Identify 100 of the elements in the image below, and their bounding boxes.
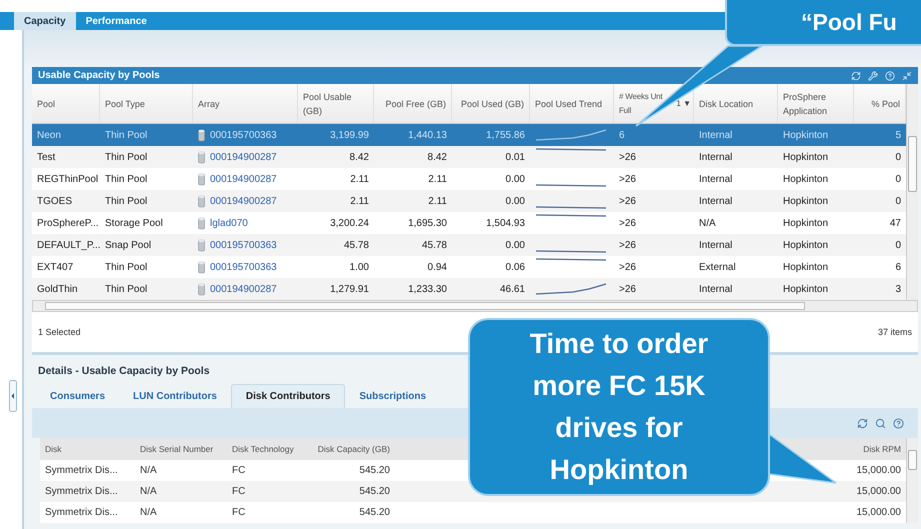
table-cell-text: DEFAULT_P...	[36, 240, 100, 250]
table-cell-text: >26	[618, 152, 637, 162]
array-link[interactable]: 000195700363	[210, 130, 277, 140]
table-cell-text: Internal	[698, 152, 734, 162]
table-cell-text: 2.11	[427, 174, 448, 184]
array-link[interactable]: 000194900287	[210, 284, 277, 294]
column-header[interactable]: Pool Used (GB)	[452, 84, 530, 123]
collapse-handle-icon[interactable]	[9, 380, 17, 412]
array-link[interactable]: 000194900287	[210, 174, 277, 184]
table-row[interactable]: GoldThin Thin Pool 000194900287 1,279.91 1,233.30 46.61 >26 Internal Hopkinton 3	[32, 278, 906, 300]
table-cell-text: REGThinPool	[36, 174, 100, 184]
table-cell-text: Hopkinton	[782, 152, 830, 162]
table-cell-text: 0	[894, 196, 902, 206]
column-header[interactable]: Array	[193, 84, 298, 123]
tab[interactable]: LUN Contributors	[119, 384, 231, 408]
table-cell-text: Test	[36, 152, 56, 162]
table-cell-text: Storage Pool	[104, 218, 164, 228]
table-cell-text: FC	[231, 486, 246, 497]
table-cell-text: FC	[231, 465, 246, 476]
table-cell-text: TGOES	[36, 196, 74, 206]
column-header[interactable]: Pool Type	[100, 84, 193, 123]
table-cell-text: 3	[894, 284, 902, 294]
column-header[interactable]: Pool Usable (GB)	[298, 84, 374, 123]
array-link[interactable]: lglad070	[210, 218, 248, 228]
column-header[interactable]: # Weeks Unt Full	[619, 90, 663, 118]
table-cell-text: Hopkinton	[782, 240, 830, 250]
table-cell-text: 0	[894, 152, 902, 162]
table-cell-text: N/A	[139, 486, 158, 497]
sort-indicator[interactable]: 1 ▼	[676, 96, 691, 110]
table-cell-text: 46.61	[498, 284, 526, 294]
horizontal-scrollbar[interactable]	[32, 300, 918, 312]
table-cell-text: 1,440.13	[407, 130, 448, 140]
table-cell-text: 15,000.00	[856, 465, 902, 476]
tab[interactable]: Consumers	[36, 384, 120, 408]
column-header[interactable]: Disk Serial Number	[135, 444, 227, 454]
table-cell-text: 545.20	[358, 486, 391, 497]
table-row[interactable]: DEFAULT_P... Snap Pool 000195700363 45.78 45.78 0.00 >26 Internal Hopkinton 0	[32, 234, 906, 256]
table-cell-text: Symmetrix Dis...	[44, 507, 119, 518]
table-cell-text: Thin Pool	[104, 262, 148, 272]
table-cell-text: 15,000.00	[856, 486, 902, 497]
wrench-icon[interactable]	[868, 70, 878, 80]
table-cell-text: Thin Pool	[104, 284, 148, 294]
column-header[interactable]: ProSphere Application	[778, 84, 854, 123]
column-header[interactable]: Disk	[40, 444, 135, 454]
tab[interactable]: Subscriptions	[345, 384, 440, 408]
table-row[interactable]: Neon Thin Pool 000195700363 3,199.99 1,440.13 1,755.86 6 Internal Hopkinton 5	[32, 124, 906, 146]
table-cell-text: 0.00	[504, 240, 526, 250]
table-cell-text: 0.00	[504, 196, 526, 206]
table-cell-text: 0	[894, 240, 902, 250]
table-cell-text: 1.00	[348, 262, 370, 272]
table-cell-text: >26	[618, 196, 637, 206]
column-header[interactable]: Pool	[32, 84, 100, 123]
array-link[interactable]: 000194900287	[210, 196, 277, 206]
array-link[interactable]: 000195700363	[210, 262, 277, 272]
storage-array-icon	[198, 194, 205, 208]
table-cell-text: Internal	[698, 196, 734, 206]
help-icon[interactable]	[893, 418, 904, 428]
refresh-icon[interactable]	[857, 418, 868, 428]
storage-array-icon	[198, 238, 205, 252]
column-header[interactable]: Disk Technology	[227, 444, 305, 454]
storage-array-icon	[198, 260, 205, 274]
array-link[interactable]: 000194900287	[210, 152, 277, 162]
table-cell-text: N/A	[139, 465, 158, 476]
table-cell-text: Hopkinton	[782, 196, 830, 206]
table-cell-text: Hopkinton	[782, 218, 830, 228]
table-cell-text: FC	[231, 507, 246, 518]
tab[interactable]: Capacity	[14, 12, 76, 30]
table-cell-text: 5	[894, 130, 902, 140]
table-cell-text: 47	[888, 218, 902, 228]
tab[interactable]: Performance	[76, 12, 157, 30]
storage-array-icon	[198, 172, 205, 186]
column-header[interactable]: Pool Free (GB)	[374, 84, 452, 123]
column-header[interactable]: Disk RPM	[836, 444, 906, 454]
vertical-scrollbar[interactable]	[906, 84, 918, 300]
table-cell-text: 545.20	[358, 507, 391, 518]
table-cell-text: EXT407	[36, 262, 74, 272]
table-cell-text: 0	[894, 174, 902, 184]
table-cell-text: Symmetrix Dis...	[44, 465, 119, 476]
table-cell-text: Thin Pool	[104, 196, 148, 206]
refresh-icon[interactable]	[851, 70, 861, 80]
search-icon[interactable]	[875, 418, 886, 428]
table-cell-text: External	[698, 262, 737, 272]
storage-array-icon	[198, 150, 205, 164]
table-cell-text: Internal	[698, 130, 734, 140]
table-cell-text: Hopkinton	[782, 284, 830, 294]
table-cell-text: 1,755.86	[485, 130, 526, 140]
storage-array-icon	[198, 216, 205, 230]
vertical-scrollbar[interactable]	[906, 438, 918, 523]
minimize-icon[interactable]	[902, 70, 912, 80]
column-header[interactable]: Disk Capacity (GB)	[305, 444, 395, 454]
table-cell-text: N/A	[139, 507, 158, 518]
table-cell-text: Internal	[698, 240, 734, 250]
table-row[interactable]: Test Thin Pool 000194900287 8.42 8.42 0.01 >26 Internal Hopkinton 0	[32, 146, 906, 168]
table-row[interactable]: TGOES Thin Pool 000194900287 2.11 2.11 0.00 >26 Internal Hopkinton 0	[32, 190, 906, 212]
panel-title: Usable Capacity by Pools	[38, 70, 160, 81]
table-cell-text: >26	[618, 262, 637, 272]
column-header[interactable]: Pool Used Trend	[530, 84, 614, 123]
table-cell-text: Thin Pool	[104, 152, 148, 162]
array-link[interactable]: 000195700363	[210, 240, 277, 250]
tab[interactable]: Disk Contributors	[230, 384, 346, 408]
